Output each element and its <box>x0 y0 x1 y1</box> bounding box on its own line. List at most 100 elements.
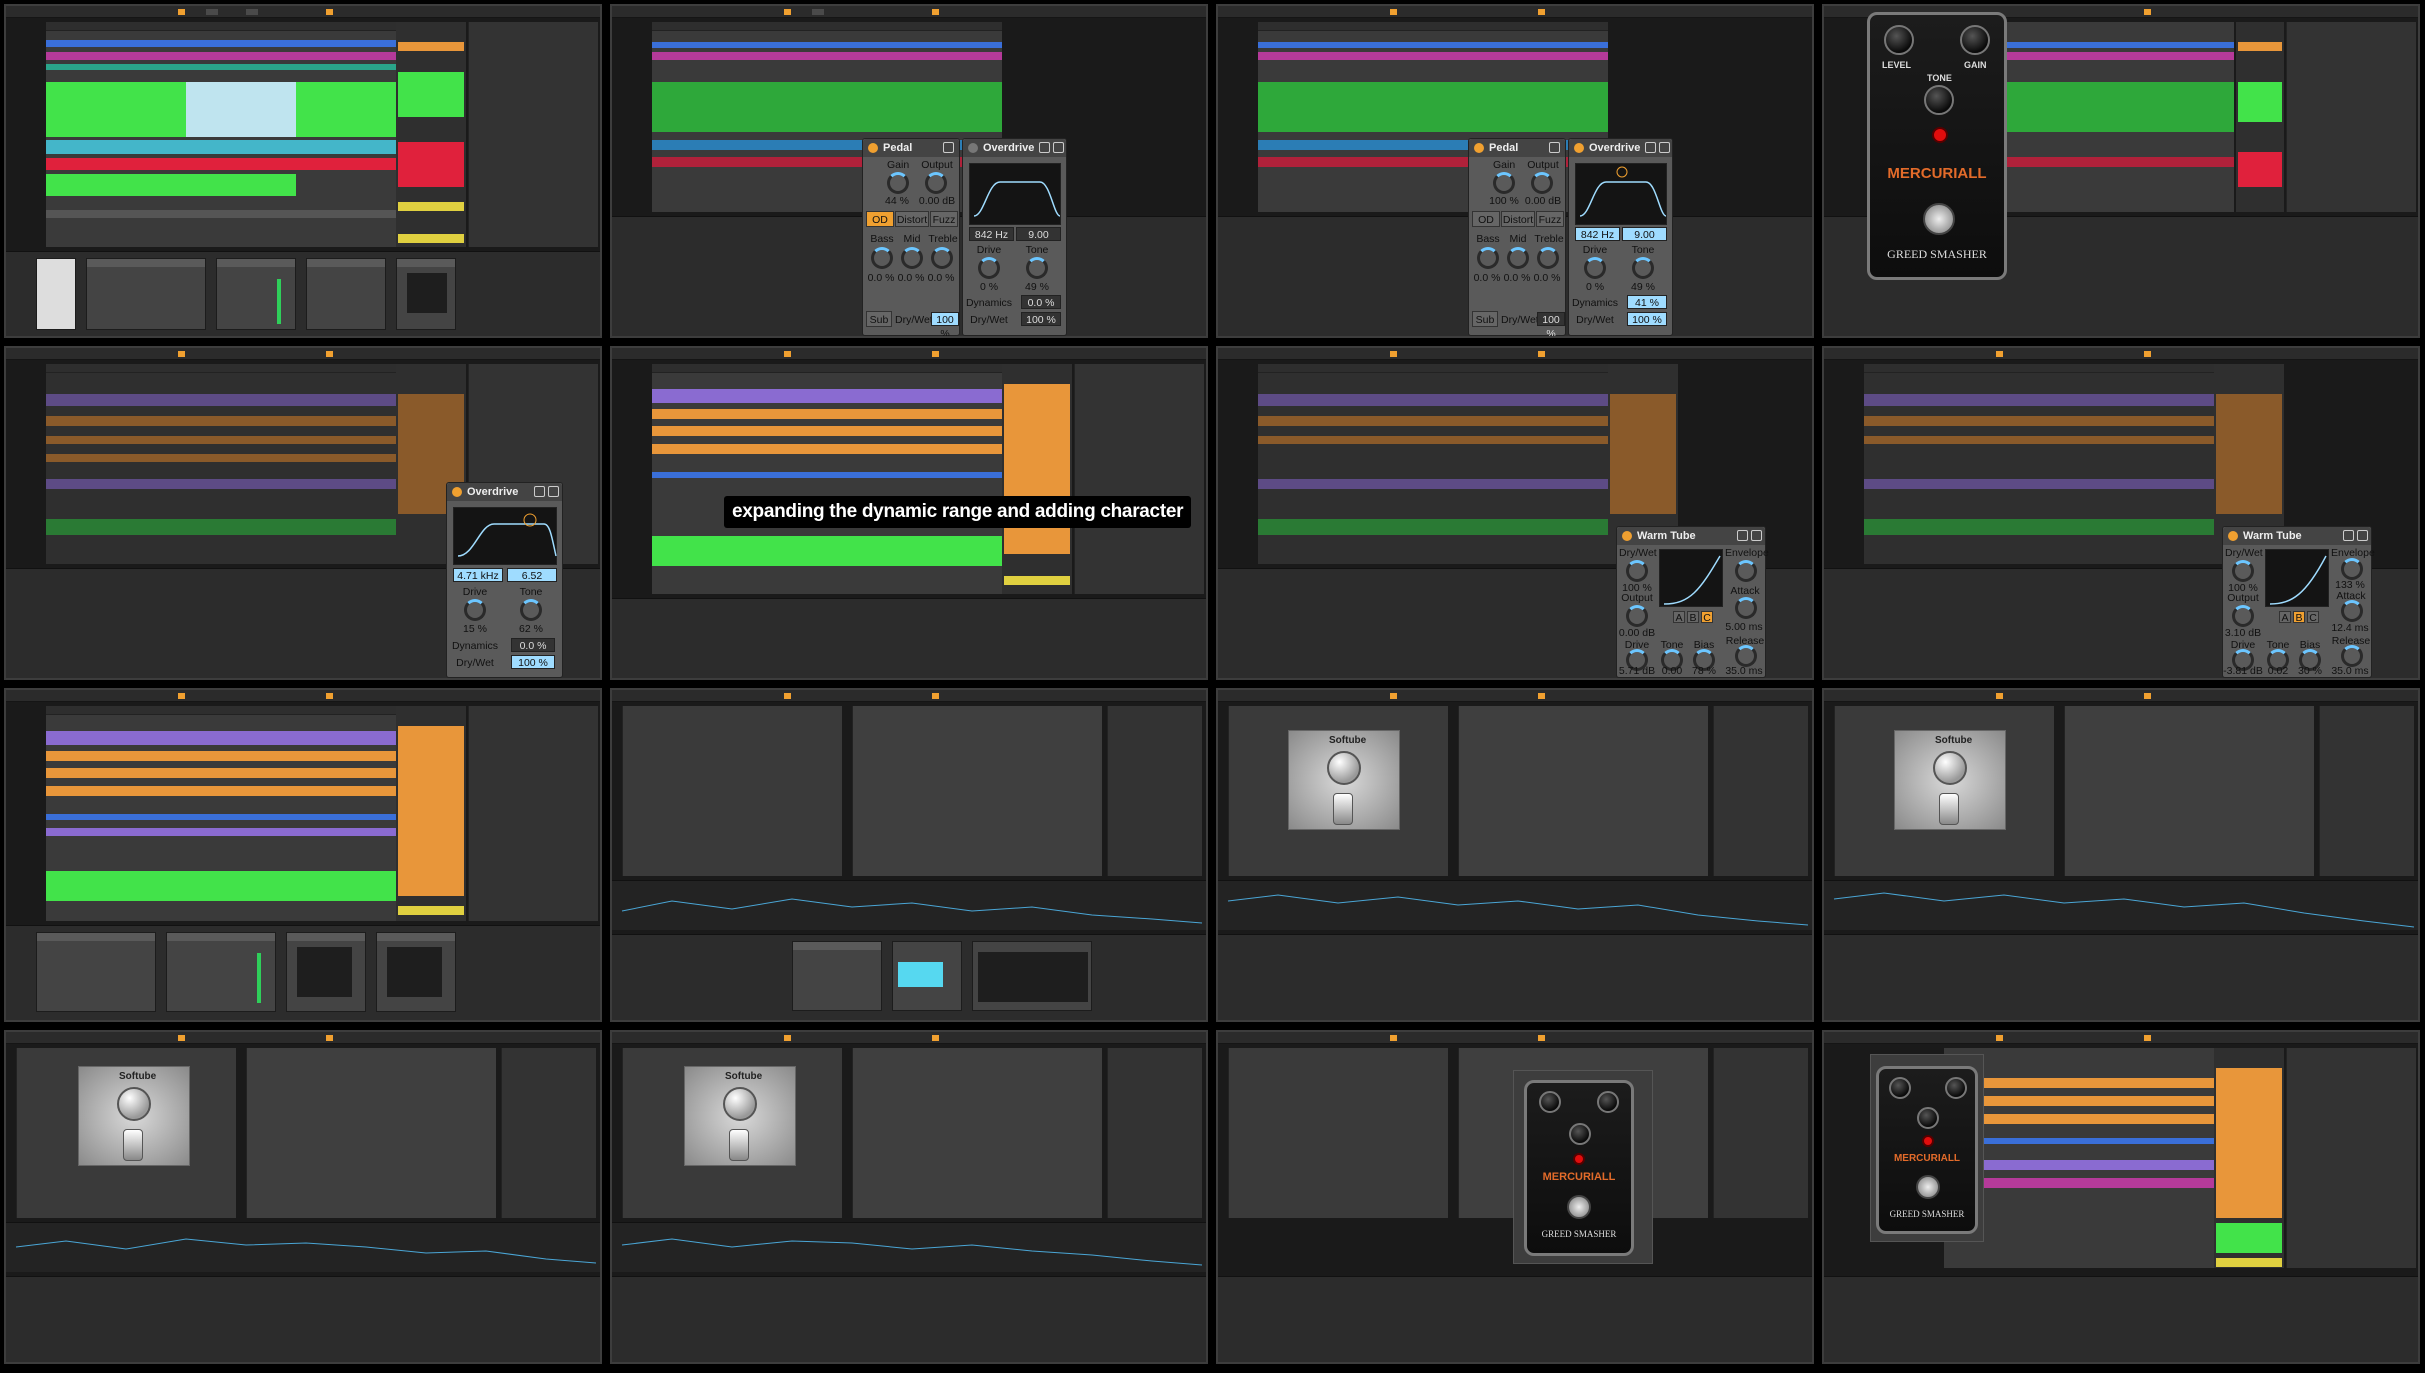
mode-distort-button[interactable]: Distort <box>895 211 929 227</box>
device-chain[interactable] <box>1824 934 2418 1020</box>
mixer-section[interactable] <box>1713 1048 1808 1218</box>
device-chain[interactable] <box>6 925 600 1020</box>
timeline-ruler[interactable] <box>652 364 1002 373</box>
arrangement-view[interactable] <box>2004 22 2234 212</box>
softube-plugin[interactable]: Softube <box>1894 730 2006 830</box>
transport-bar[interactable] <box>6 6 600 18</box>
drywet-value[interactable]: 100 % <box>1021 312 1061 326</box>
mode-c-button[interactable]: C <box>2307 611 2319 624</box>
gain-knob[interactable] <box>1960 25 1990 55</box>
tone-knob[interactable] <box>520 599 542 621</box>
mixer-section[interactable] <box>468 22 598 247</box>
device-chain[interactable] <box>6 1276 600 1362</box>
softube-switch[interactable] <box>729 1129 749 1161</box>
overdrive-plugin[interactable]: Overdrive 842 Hz 9.00 Drive Tone 0 % 49 … <box>962 138 1067 336</box>
timeline-ruler[interactable] <box>46 22 396 31</box>
softube-plugin[interactable]: Softube <box>1288 730 1400 830</box>
output-knob[interactable] <box>925 172 947 194</box>
mixer-section[interactable] <box>1713 706 1808 876</box>
transport-bar[interactable] <box>612 348 1206 360</box>
softube-switch[interactable] <box>1333 793 1353 825</box>
mode-c-button[interactable]: C <box>1701 611 1713 624</box>
gain-knob[interactable] <box>1597 1091 1619 1113</box>
timeline-ruler[interactable] <box>1258 22 1608 31</box>
drywet-value[interactable]: 100 % <box>1627 312 1667 326</box>
mixer-section[interactable] <box>2286 1048 2416 1268</box>
device-chain[interactable] <box>612 934 1206 1020</box>
arrangement-view[interactable] <box>1864 364 2214 564</box>
transport-bar[interactable] <box>1824 690 2418 702</box>
transport-bar[interactable] <box>1218 1032 1812 1044</box>
device-chain[interactable] <box>6 251 600 336</box>
dynamics-value[interactable]: 0.0 % <box>511 638 555 652</box>
drywet-value[interactable]: 100 % <box>511 655 555 669</box>
output-knob[interactable] <box>1531 172 1553 194</box>
greed-smasher-pedal[interactable]: MERCURIALL GREED SMASHER <box>1876 1066 1978 1234</box>
mixer-section[interactable] <box>468 706 598 921</box>
transport-bar[interactable] <box>612 690 1206 702</box>
bass-knob[interactable] <box>1477 247 1499 269</box>
device-chain[interactable] <box>1218 1276 1812 1362</box>
softube-knob[interactable] <box>1327 751 1361 785</box>
greed-smasher-pedal[interactable]: LEVEL TONE GAIN MERCURIALL GREED SMASHER <box>1867 12 2007 280</box>
level-knob[interactable] <box>1889 1077 1911 1099</box>
drywet-value[interactable]: 100 % <box>931 312 959 336</box>
drop-area[interactable] <box>852 706 1102 876</box>
transport-bar[interactable] <box>1824 1032 2418 1044</box>
mode-a-button[interactable]: A <box>1673 611 1685 624</box>
arrangement-view[interactable] <box>1944 1048 2214 1268</box>
timeline-ruler[interactable] <box>1258 364 1608 373</box>
device-chain[interactable] <box>1218 934 1812 1020</box>
transport-bar[interactable] <box>6 1032 600 1044</box>
mixer-section[interactable] <box>1074 364 1204 594</box>
attack-knob[interactable] <box>1735 597 1757 619</box>
filter-display[interactable] <box>1575 163 1667 225</box>
drop-area[interactable] <box>852 1048 1102 1218</box>
transport-bar[interactable] <box>6 348 600 360</box>
pedal-plugin[interactable]: Pedal Gain Output 100 % 0.00 dB OD Disto… <box>1468 138 1566 336</box>
tone-knob[interactable] <box>1632 257 1654 279</box>
footswitch[interactable] <box>1923 203 1955 235</box>
tone-knob[interactable] <box>1026 257 1048 279</box>
transport-bar[interactable] <box>612 6 1206 18</box>
softube-plugin[interactable]: Softube <box>78 1066 190 1166</box>
gain-knob[interactable] <box>887 172 909 194</box>
drywet-value[interactable]: 100 % <box>1537 312 1565 336</box>
softube-switch[interactable] <box>1939 793 1959 825</box>
pedal-plugin[interactable]: Pedal Gain Output 44 % 0.00 dB OD Distor… <box>862 138 960 336</box>
drive-knob[interactable] <box>464 599 486 621</box>
release-knob[interactable] <box>2341 645 2363 667</box>
mixer-section[interactable] <box>1107 706 1202 876</box>
gain-knob[interactable] <box>1493 172 1515 194</box>
tone-knob[interactable] <box>1924 85 1954 115</box>
softube-knob[interactable] <box>723 1087 757 1121</box>
scene-list[interactable] <box>396 22 466 247</box>
arrangement-view[interactable] <box>652 364 1002 594</box>
level-knob[interactable] <box>1539 1091 1561 1113</box>
timeline-ruler[interactable] <box>46 706 396 715</box>
output-knob[interactable] <box>2232 605 2254 627</box>
treble-knob[interactable] <box>1537 247 1559 269</box>
timeline-ruler[interactable] <box>1864 364 2214 373</box>
mixer-section[interactable] <box>2319 706 2414 876</box>
arrangement-view[interactable] <box>46 706 396 921</box>
softube-switch[interactable] <box>123 1129 143 1161</box>
output-knob[interactable] <box>1626 605 1648 627</box>
warm-tube-plugin[interactable]: Warm Tube Dry/Wet 100 % Output 3.10 dB A… <box>2222 526 2375 678</box>
q-value[interactable]: 9.00 <box>1622 227 1667 241</box>
dynamics-value[interactable]: 0.0 % <box>1021 295 1061 309</box>
level-knob[interactable] <box>1884 25 1914 55</box>
device-chain[interactable] <box>612 598 1206 678</box>
drive-knob[interactable] <box>978 257 1000 279</box>
footswitch[interactable] <box>1916 1175 1940 1199</box>
mode-od-button[interactable]: OD <box>866 211 894 227</box>
drop-area[interactable] <box>246 1048 496 1218</box>
envelope-knob[interactable] <box>1735 560 1757 582</box>
transport-bar[interactable] <box>1218 6 1812 18</box>
timeline-ruler[interactable] <box>652 22 1002 31</box>
arrangement-view[interactable] <box>1258 364 1608 564</box>
sub-button[interactable]: Sub <box>1472 311 1498 327</box>
mode-fuzz-button[interactable]: Fuzz <box>1536 211 1564 227</box>
gain-knob[interactable] <box>1945 1077 1967 1099</box>
overdrive-plugin[interactable]: Overdrive 4.71 kHz 6.52 Drive Tone 15 % … <box>446 482 563 678</box>
